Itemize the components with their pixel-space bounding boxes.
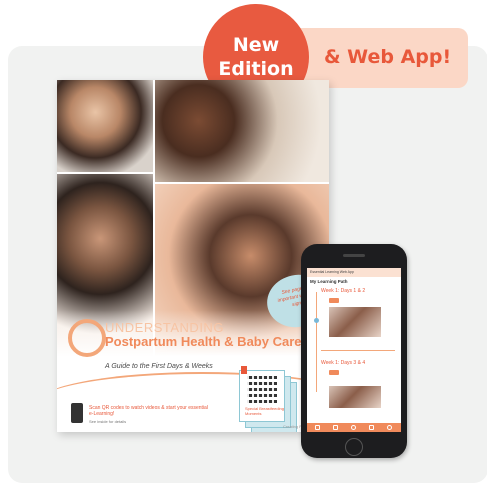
week1-label: Week 1: Days 1 & 2 xyxy=(321,288,366,294)
week2-label: Week 1: Days 3 & 4 xyxy=(321,360,366,366)
search-icon[interactable] xyxy=(387,425,392,430)
qr-code-overlay xyxy=(247,373,277,403)
book-subtitle: A Guide to the First Days & Weeks xyxy=(105,363,213,370)
web-app-label: & Web App! xyxy=(324,46,452,68)
chat-icon[interactable] xyxy=(369,425,374,430)
week2-thumbnail[interactable] xyxy=(329,386,381,408)
smartphone: Essential Learning Web App My Learning P… xyxy=(301,244,407,458)
bottom-nav xyxy=(307,423,401,432)
divider xyxy=(321,350,395,351)
book-title: Postpartum Health & Baby Care xyxy=(105,334,302,349)
week1-thumbnail[interactable] xyxy=(329,307,381,337)
new-edition-line1: New xyxy=(232,34,280,56)
qr-instructions: Scan QR codes to watch videos & start yo… xyxy=(89,405,208,417)
learning-path-title: My Learning Path xyxy=(310,279,348,284)
qr-label: Special Breastfeeding Moments xyxy=(245,406,284,416)
home-icon[interactable] xyxy=(315,425,320,430)
logo-icon xyxy=(68,319,106,357)
path-line xyxy=(316,292,317,392)
app-header: Essential Learning Web App xyxy=(307,268,401,277)
week1-start-button[interactable] xyxy=(329,298,339,303)
book-kicker: UNDERSTANDING xyxy=(105,320,224,335)
week2-start-button[interactable] xyxy=(329,370,339,375)
fine-print: See inside for details xyxy=(89,419,127,424)
father-baby-photo xyxy=(155,80,329,182)
home-button[interactable] xyxy=(345,438,363,456)
week1-dot-icon xyxy=(314,318,319,323)
app-header-title: Essential Learning Web App xyxy=(310,270,354,274)
app-screen: Essential Learning Web App My Learning P… xyxy=(307,268,401,432)
new-edition-line2: Edition xyxy=(218,58,294,80)
speaker-icon xyxy=(343,254,365,257)
play-icon[interactable] xyxy=(351,425,356,430)
phone-qr-icon xyxy=(71,403,83,423)
mother-baby-photo xyxy=(57,80,153,172)
book-icon[interactable] xyxy=(333,425,338,430)
book-cover: See page for important warning signs! UN… xyxy=(57,80,329,432)
